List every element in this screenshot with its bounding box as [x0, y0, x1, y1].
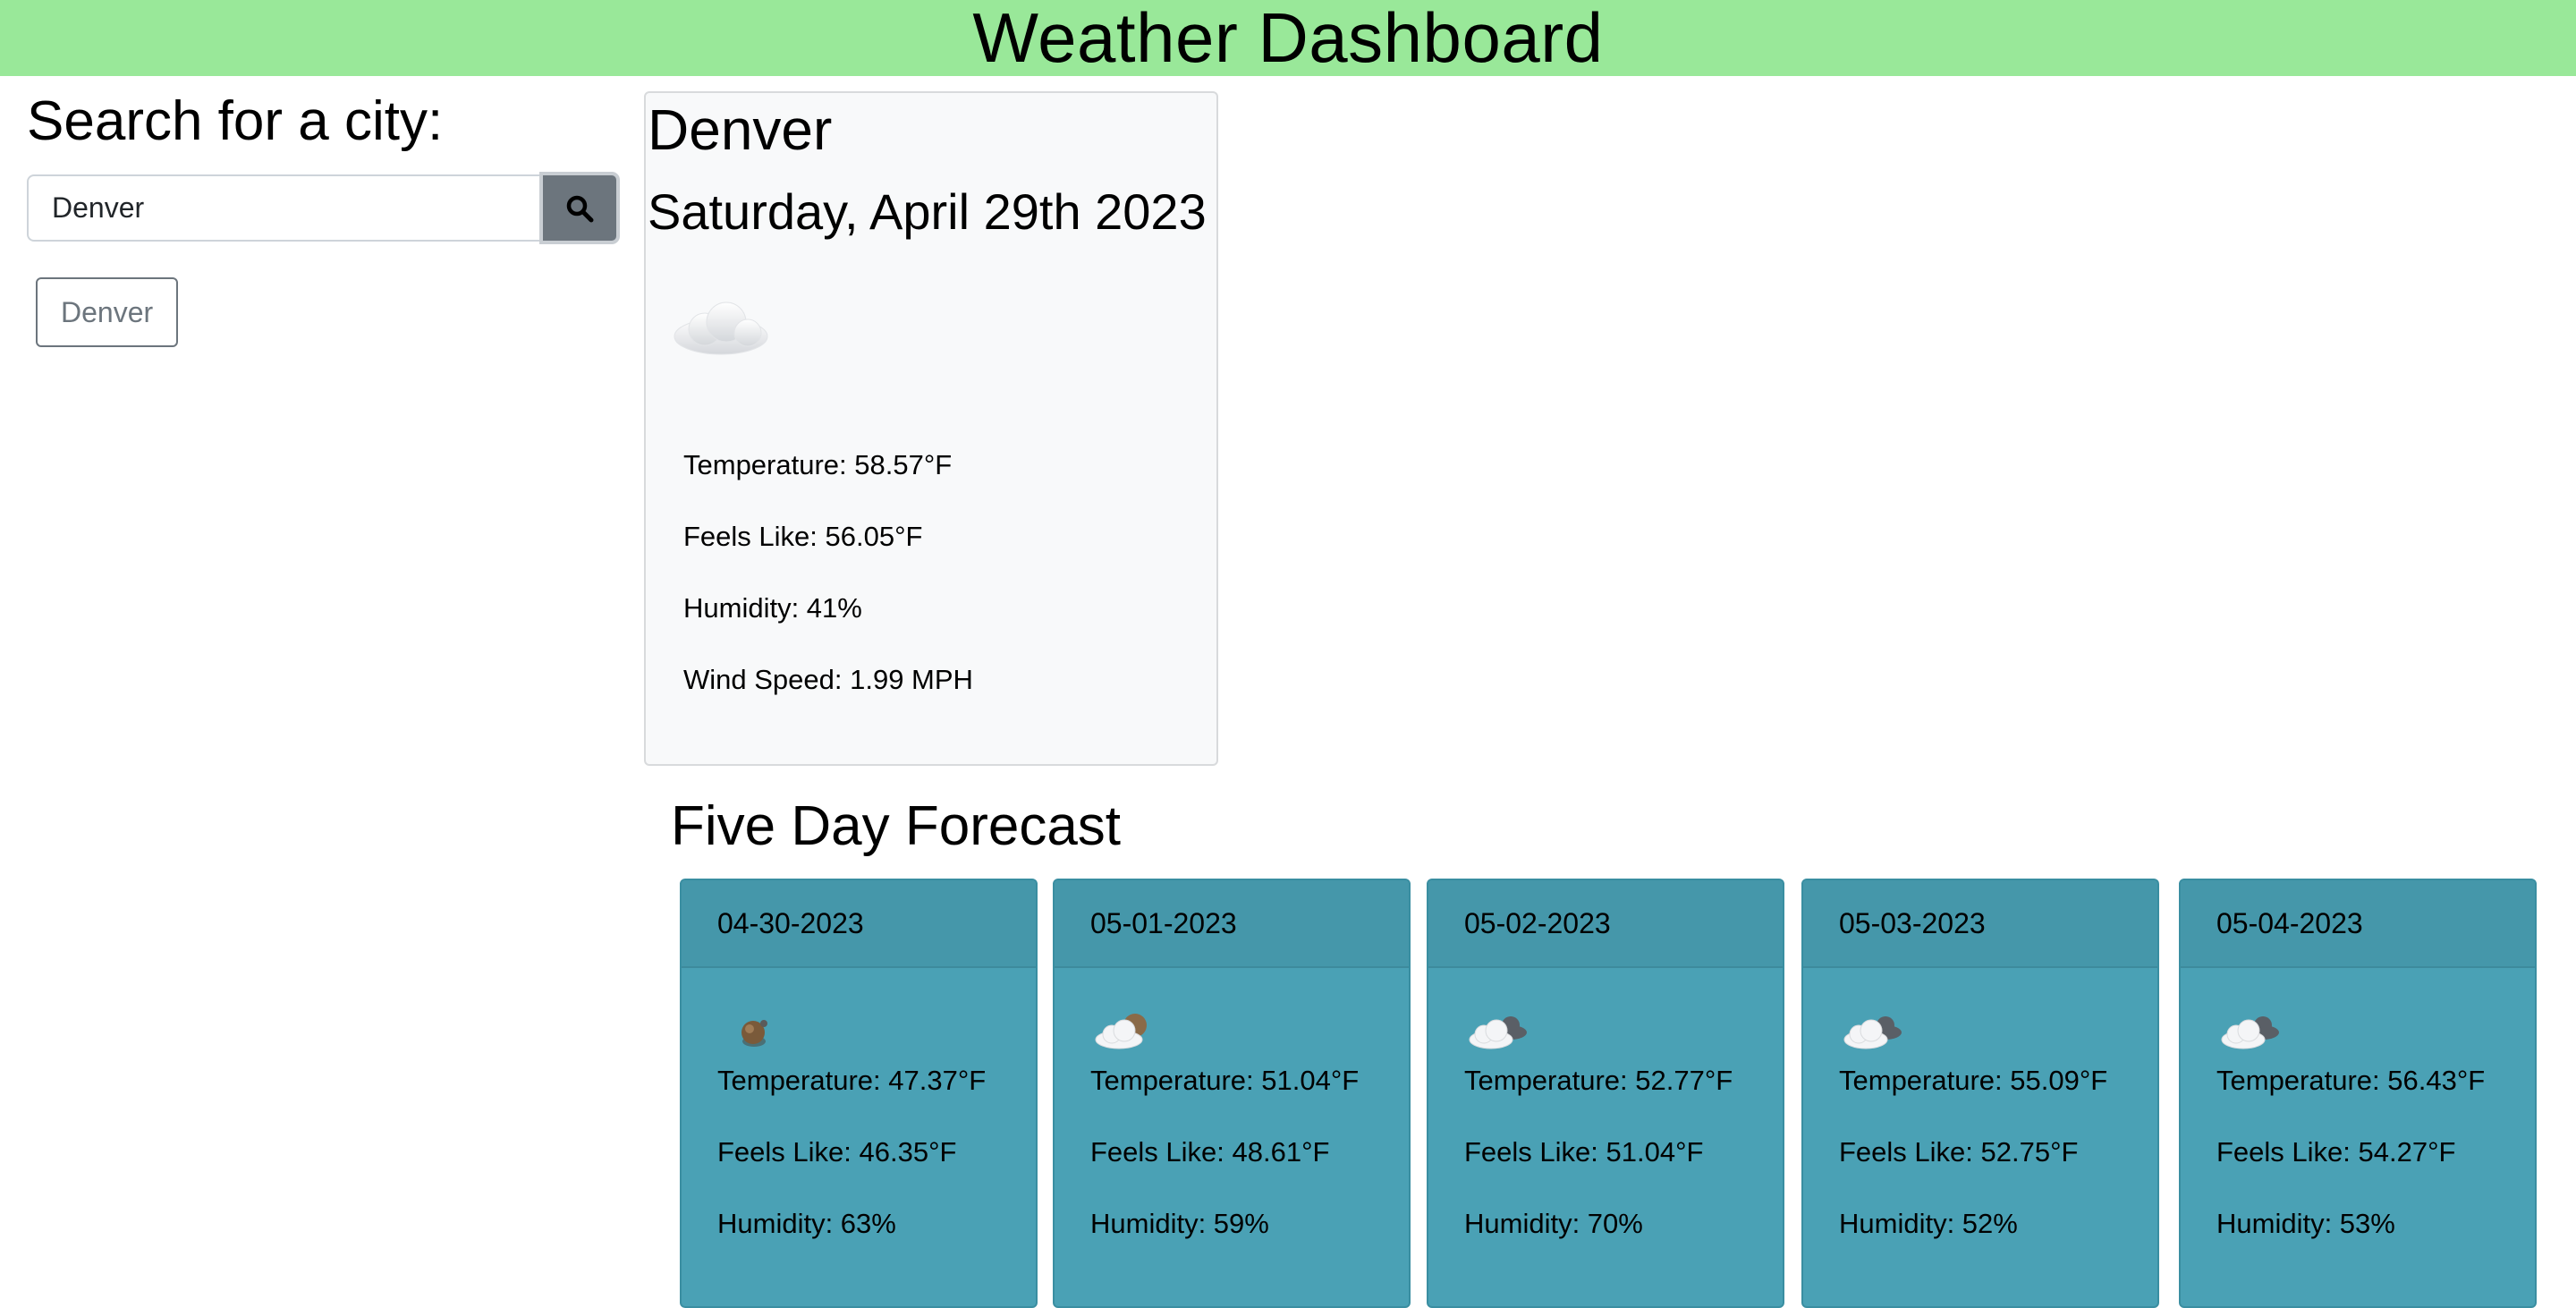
forecast-card: 05-01-2023 Temperature: 51.04°F Feels Li…: [1053, 879, 1411, 1308]
cloud-icon: [674, 302, 768, 355]
city-search-input[interactable]: [27, 174, 541, 242]
cloudy-icon: [2221, 1016, 2279, 1049]
forecast-card: 05-04-2023 Temperature: 56.43°F Feels Li…: [2179, 879, 2537, 1308]
forecast-feels-like: Feels Like: 54.27°F: [2216, 1136, 2456, 1168]
forecast-card: 04-30-2023 Temperature: 47.37°F Feels Li…: [680, 879, 1038, 1308]
rain-cloud-icon: [741, 1020, 767, 1047]
forecast-humidity: Humidity: 70%: [1464, 1208, 1643, 1239]
search-title: Search for a city:: [27, 90, 444, 152]
current-wind-speed: Wind Speed: 1.99 MPH: [683, 664, 973, 695]
forecast-date: 05-01-2023: [1055, 880, 1409, 968]
search-icon: [566, 195, 594, 222]
forecast-date: 05-04-2023: [2181, 880, 2535, 968]
forecast-feels-like: Feels Like: 46.35°F: [717, 1136, 957, 1168]
current-humidity: Humidity: 41%: [683, 592, 862, 624]
forecast-card: 05-03-2023 Temperature: 55.09°F Feels Li…: [1801, 879, 2159, 1308]
forecast-temperature: Temperature: 52.77°F: [1464, 1065, 1733, 1096]
current-temperature: Temperature: 58.57°F: [683, 449, 953, 480]
cloudy-icon: [1469, 1016, 1527, 1049]
current-city: Denver: [648, 98, 833, 162]
forecast-temperature: Temperature: 55.09°F: [1839, 1065, 2108, 1096]
forecast-feels-like: Feels Like: 52.75°F: [1839, 1136, 2079, 1168]
current-feels-like: Feels Like: 56.05°F: [683, 521, 923, 552]
forecast-humidity: Humidity: 53%: [2216, 1208, 2395, 1239]
forecast-feels-like: Feels Like: 48.61°F: [1090, 1136, 1330, 1168]
partly-cloudy-icon: [1095, 1014, 1147, 1049]
forecast-date: 05-03-2023: [1803, 880, 2157, 968]
history-button-denver[interactable]: Denver: [36, 277, 179, 347]
forecast-humidity: Humidity: 52%: [1839, 1208, 2018, 1239]
forecast-title: Five Day Forecast: [671, 795, 1122, 857]
search-button[interactable]: [539, 172, 620, 244]
current-date: Saturday, April 29th 2023: [648, 183, 1207, 240]
current-weather-card: Denver Saturday, April 29th 2023 Tempera…: [644, 91, 1218, 766]
page-header: Weather Dashboard: [0, 0, 2576, 77]
forecast-humidity: Humidity: 59%: [1090, 1208, 1269, 1239]
forecast-temperature: Temperature: 56.43°F: [2216, 1065, 2486, 1096]
forecast-feels-like: Feels Like: 51.04°F: [1464, 1136, 1704, 1168]
page-title: Weather Dashboard: [972, 0, 1604, 77]
forecast-humidity: Humidity: 63%: [717, 1208, 896, 1239]
cloudy-icon: [1843, 1016, 1902, 1049]
forecast-date: 04-30-2023: [682, 880, 1036, 968]
forecast-date: 05-02-2023: [1428, 880, 1783, 968]
forecast-card: 05-02-2023 Temperature: 52.77°F Feels Li…: [1427, 879, 1784, 1308]
forecast-temperature: Temperature: 51.04°F: [1090, 1065, 1360, 1096]
forecast-temperature: Temperature: 47.37°F: [717, 1065, 987, 1096]
